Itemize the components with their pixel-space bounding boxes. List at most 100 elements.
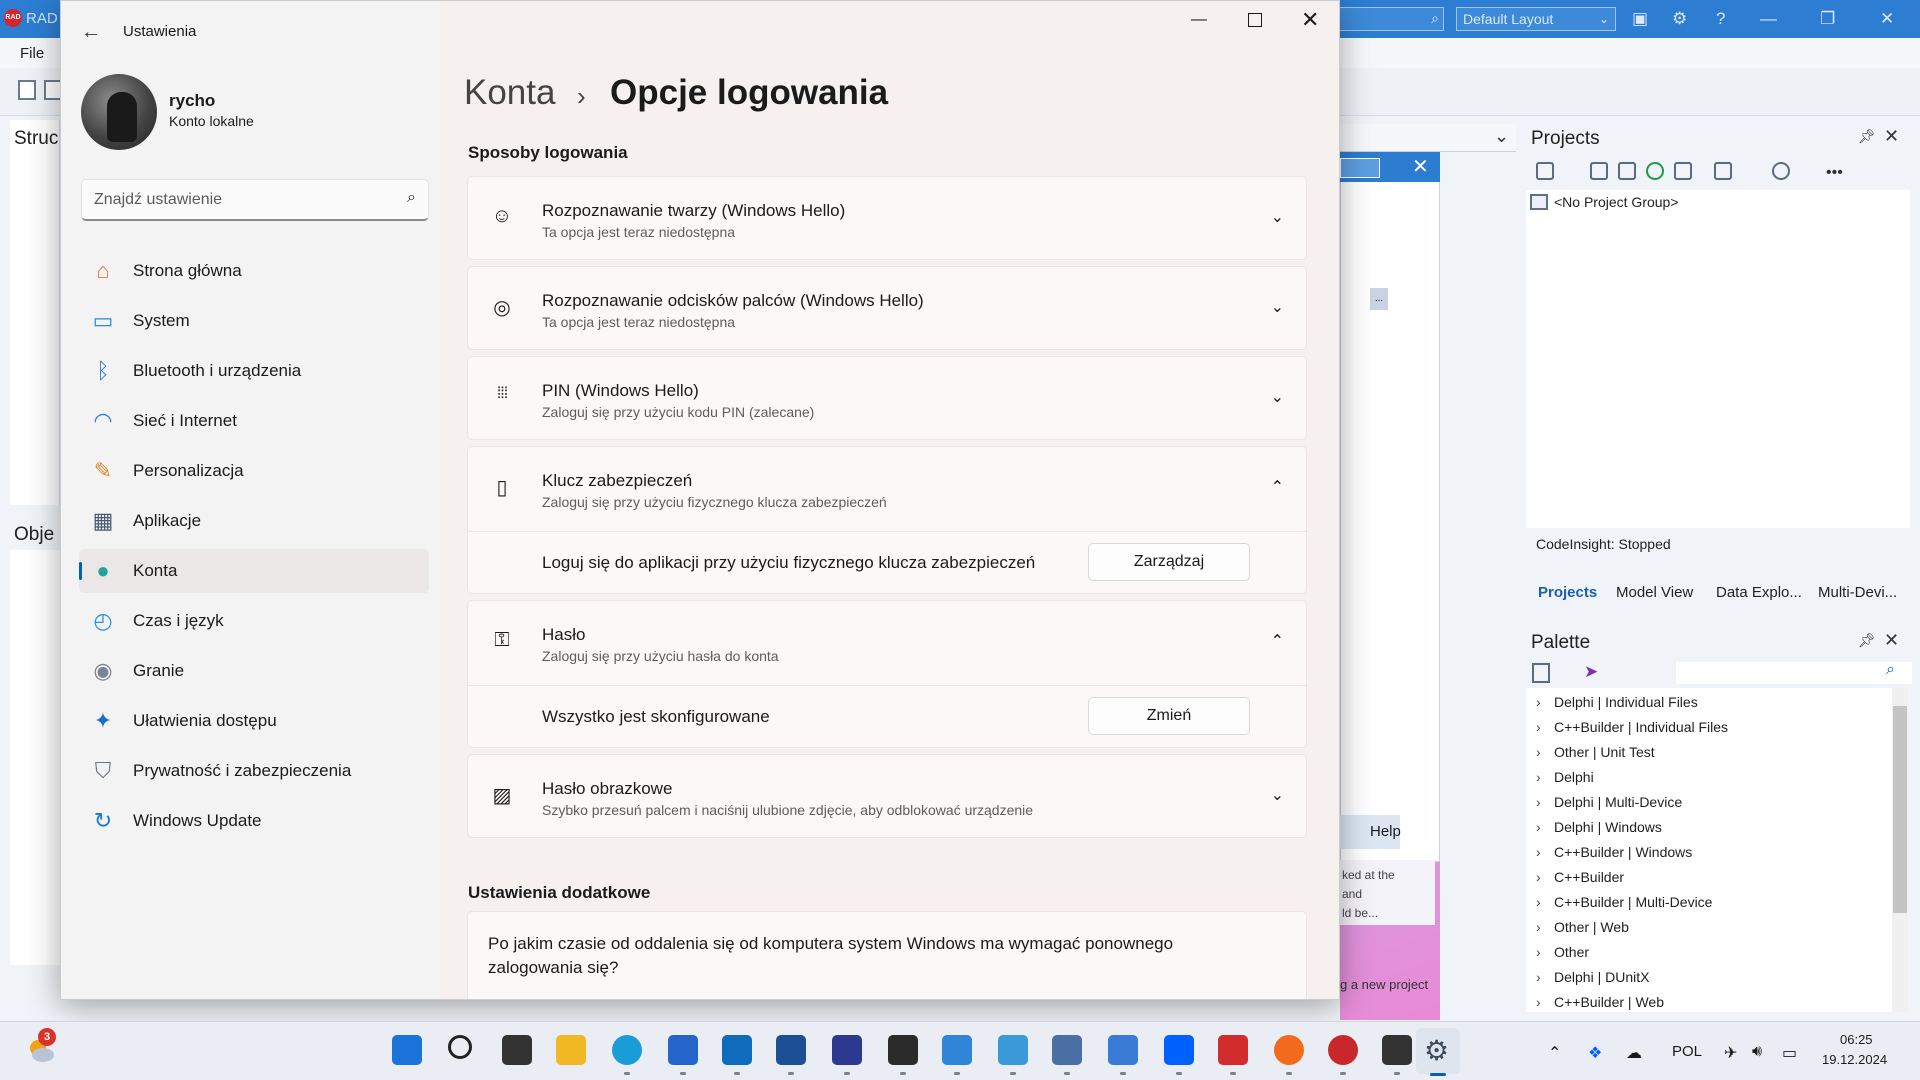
desktop-layout-icon[interactable]: ▣ [1632,9,1648,29]
palette-category[interactable]: C++Builder | Individual Files [1554,719,1728,735]
settings-search-input[interactable]: Znajdź ustawienie ⌕ [81,179,429,221]
add-project-icon[interactable] [1590,162,1608,180]
dropbox-icon[interactable] [1164,1035,1194,1065]
fingerprint-card[interactable]: ◎ Rozpoznawanie odcisków palców (Windows… [467,266,1307,350]
help-button[interactable]: Help [1340,815,1401,849]
dialog-search-input[interactable] [1340,158,1380,178]
sidebar-item-brush[interactable]: ✎ Personalizacja [79,449,429,493]
remote-icon[interactable] [942,1035,972,1065]
chevron-right-icon[interactable]: › [1536,894,1541,910]
tab-multi-device[interactable]: Multi-Devi... [1818,584,1897,601]
sidebar-item-wifi[interactable]: ◠ Sieć i Internet [79,399,429,443]
language-indicator[interactable]: POL [1672,1043,1702,1060]
task-view-icon[interactable] [502,1035,532,1065]
chevron-right-icon[interactable]: › [1536,769,1541,785]
search-icon[interactable]: ⌕ [1886,661,1895,679]
chevron-down-icon[interactable]: ⌄ [1271,387,1284,407]
back-arrow-icon[interactable]: ← [81,21,101,44]
gear-icon[interactable]: ⚙ [1672,9,1687,29]
browse-button[interactable]: ... [1370,288,1388,310]
palette-scroll-thumb[interactable] [1893,706,1907,913]
palette-category[interactable]: Other | Unit Test [1554,744,1655,760]
sidebar-item-update[interactable]: ↻ Windows Update [79,799,429,843]
sidebar-item-bluetooth[interactable]: ᛒ Bluetooth i urządzenia [79,349,429,393]
chevron-right-icon[interactable]: › [1536,819,1541,835]
palette-category[interactable]: Delphi | Individual Files [1554,694,1698,710]
layout-select[interactable]: Default Layout ⌄ [1456,7,1616,31]
palette-category[interactable]: Other [1554,944,1589,960]
close-icon[interactable]: ✕ [1880,9,1894,29]
volume-icon[interactable]: 🔊︎ [1752,1043,1762,1061]
password-card[interactable]: ⚿ Hasło Zaloguj się przy użyciu hasła do… [467,600,1308,748]
chevron-up-icon[interactable]: ⌃ [1548,1043,1561,1063]
chevron-right-icon[interactable]: › [1536,944,1541,960]
new-file-icon[interactable] [18,80,36,100]
store-icon[interactable] [668,1035,698,1065]
close-icon[interactable]: ✕ [1412,154,1429,179]
chevron-right-icon[interactable]: › [1536,869,1541,885]
minimize-button[interactable]: — [1191,11,1207,29]
media-icon[interactable] [1382,1035,1412,1065]
palette-category[interactable]: Delphi [1554,769,1594,785]
close-icon[interactable]: ✕ [1884,630,1899,651]
help-icon[interactable]: ? [1716,9,1725,29]
close-icon[interactable]: ✕ [1884,126,1899,147]
security-key-card[interactable]: ▯ Klucz zabezpieczeń Zaloguj się przy uż… [467,446,1308,594]
palette-category[interactable]: Other | Web [1554,919,1629,935]
rad-icon[interactable] [1328,1035,1358,1065]
chevron-right-icon[interactable]: › [1536,694,1541,710]
manage-button[interactable]: Zarządzaj [1088,543,1250,581]
face-recognition-card[interactable]: ☺ Rozpoznawanie twarzy (Windows Hello) T… [467,176,1307,260]
sidebar-item-system[interactable]: ▭ System [79,299,429,343]
menu-file[interactable]: File [20,45,44,62]
tab-model-view[interactable]: Model View [1616,584,1693,601]
settings-app-icon[interactable]: ⚙ [1424,1034,1449,1067]
file-explorer-icon[interactable] [556,1035,586,1065]
sidebar-item-home[interactable]: ⌂ Strona główna [79,249,429,293]
sidebar-item-accessibility[interactable]: ✦ Ułatwienia dostępu [79,699,429,743]
chevron-right-icon[interactable]: › [1536,794,1541,810]
sidebar-item-globe-clock[interactable]: ◴ Czas i język [79,599,429,643]
airplane-icon[interactable]: ✈ [1724,1043,1737,1063]
palette-search-input[interactable] [1676,662,1912,684]
notepad-icon[interactable] [1108,1035,1138,1065]
sidebar-item-person[interactable]: ● Konta [79,549,429,593]
project-list-icon[interactable] [1618,162,1636,180]
network-icon[interactable] [1052,1035,1082,1065]
search-icon[interactable] [448,1035,472,1059]
project-group-node[interactable]: <No Project Group> [1554,194,1679,210]
virtualbox-icon[interactable] [776,1035,806,1065]
pin-icon[interactable]: 📌︎ [1858,128,1876,145]
breadcrumb-konta[interactable]: Konta [464,73,555,113]
sidebar-item-gamepad[interactable]: ◉ Granie [79,649,429,693]
pin-card[interactable]: ⁞⁞⁞ PIN (Windows Hello) Zaloguj się przy… [467,356,1307,440]
terminal-icon[interactable] [888,1035,918,1065]
close-button[interactable]: ✕ [1301,7,1319,33]
chevron-right-icon[interactable]: › [1536,919,1541,935]
edge-icon[interactable] [612,1035,642,1065]
pdf-icon[interactable] [1218,1035,1248,1065]
save-app-icon[interactable] [832,1035,862,1065]
chevron-right-icon[interactable]: › [1536,719,1541,735]
palette-category[interactable]: C++Builder | Multi-Device [1554,894,1712,910]
palette-category[interactable]: C++Builder [1554,869,1624,885]
battery-icon[interactable]: ▭ [1782,1043,1797,1063]
chevron-right-icon[interactable]: › [1536,969,1541,985]
firefox-icon[interactable] [1274,1035,1304,1065]
tab-data-explorer[interactable]: Data Explo... [1716,584,1802,601]
more-icon[interactable]: ••• [1826,164,1843,182]
start-icon[interactable] [392,1035,422,1065]
dropbox-tray-icon[interactable]: ❖ [1588,1043,1602,1063]
chevron-down-icon[interactable]: ⌄ [1271,207,1284,227]
minimize-icon[interactable]: — [1760,9,1777,29]
tab-projects[interactable]: Projects [1538,584,1597,601]
cursor-icon[interactable]: ➤ [1584,662,1598,682]
chevron-right-icon[interactable]: › [1536,744,1541,760]
refresh-icon[interactable] [1646,162,1664,180]
outlook-icon[interactable] [722,1035,752,1065]
palette-category[interactable]: Delphi | Windows [1554,819,1662,835]
project-options-icon[interactable] [1536,162,1554,180]
maximize-button[interactable] [1248,13,1262,27]
build-icon[interactable] [1714,162,1732,180]
chevron-right-icon[interactable]: › [1536,844,1541,860]
